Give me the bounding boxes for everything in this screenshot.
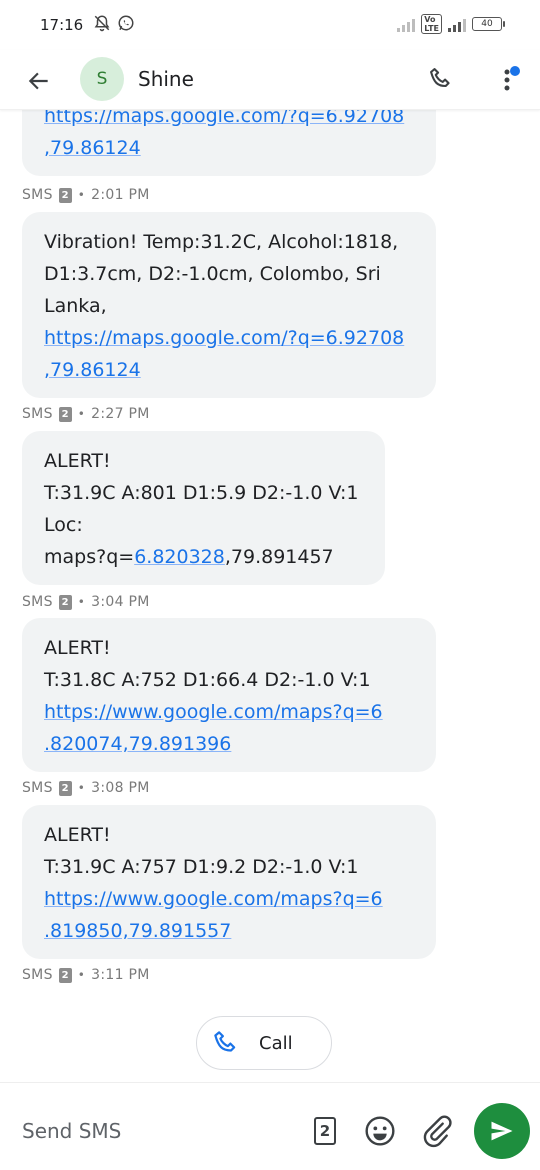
more-options-button[interactable] bbox=[496, 60, 526, 100]
message-time: 2:27 PM bbox=[91, 406, 150, 422]
sim-icon: 2 bbox=[58, 406, 72, 422]
message-time: 3:08 PM bbox=[91, 780, 150, 796]
signal-sim2-icon bbox=[448, 16, 466, 32]
call-suggestion-chip[interactable]: Call bbox=[196, 1016, 332, 1070]
message-link[interactable]: https://maps.google.com/?q=6.92708 bbox=[44, 327, 404, 349]
message-link[interactable]: .820074,79.891396 bbox=[44, 733, 231, 755]
notifications-muted-icon bbox=[93, 14, 111, 36]
emoji-button[interactable] bbox=[364, 1115, 396, 1147]
message-link[interactable]: https://maps.google.com/?q=6.92708 bbox=[44, 110, 404, 127]
message-link[interactable]: .819850,79.891557 bbox=[44, 920, 231, 942]
message-link[interactable]: https://www.google.com/maps?q=6 bbox=[44, 888, 383, 910]
more-vert-icon bbox=[504, 66, 520, 91]
sim-icon: 2 bbox=[58, 967, 72, 983]
volte-icon: Vo LTE bbox=[421, 14, 442, 34]
status-bar: 17:16 Vo LTE 40 bbox=[0, 0, 540, 50]
sim-selector-button[interactable]: 2 bbox=[314, 1117, 336, 1145]
attach-button[interactable] bbox=[420, 1113, 452, 1149]
send-icon bbox=[491, 1121, 513, 1141]
message-link[interactable]: 6.820328 bbox=[134, 546, 225, 568]
message-meta: SMS 2 • 3:08 PM bbox=[22, 780, 150, 796]
back-arrow-icon bbox=[28, 72, 48, 90]
avatar[interactable]: S bbox=[80, 57, 124, 101]
message-time: 2:01 PM bbox=[91, 187, 150, 203]
message-link[interactable]: https://www.google.com/maps?q=6 bbox=[44, 701, 383, 723]
call-chip-label: Call bbox=[259, 1032, 293, 1054]
message-link[interactable]: ,79.86124 bbox=[44, 359, 141, 381]
message-input[interactable]: Send SMS bbox=[22, 1119, 121, 1143]
sim-icon: 2 bbox=[58, 187, 72, 203]
back-button[interactable] bbox=[22, 64, 56, 98]
message-link[interactable]: ,79.86124 bbox=[44, 137, 141, 159]
phone-icon bbox=[214, 1031, 236, 1052]
whatsapp-icon bbox=[117, 14, 135, 36]
message-meta: SMS 2 • 3:11 PM bbox=[22, 967, 150, 983]
emoji-icon bbox=[365, 1116, 395, 1146]
contact-name[interactable]: Shine bbox=[138, 67, 194, 91]
battery-icon: 40 bbox=[472, 17, 505, 31]
message-meta: SMS 2 • 2:01 PM bbox=[22, 187, 150, 203]
compose-bar: Send SMS 2 bbox=[0, 1082, 540, 1170]
sim-icon: 2 bbox=[58, 780, 72, 796]
message-meta: SMS 2 • 3:04 PM bbox=[22, 594, 150, 610]
message-meta: SMS 2 • 2:27 PM bbox=[22, 406, 150, 422]
message-time: 3:04 PM bbox=[91, 594, 150, 610]
message-bubble[interactable]: ALERT! T:31.8C A:752 D1:66.4 D2:-1.0 V:1… bbox=[22, 618, 436, 772]
message-bubble[interactable]: ALERT! T:31.9C A:757 D1:9.2 D2:-1.0 V:1 … bbox=[22, 805, 436, 959]
sim-icon: 2 bbox=[58, 594, 72, 610]
paperclip-icon bbox=[423, 1115, 452, 1148]
phone-icon bbox=[430, 68, 450, 88]
send-button[interactable] bbox=[474, 1103, 530, 1159]
message-bubble[interactable]: Vibration! Temp:31.2C, Alcohol:1818, D1:… bbox=[22, 212, 436, 398]
call-button[interactable] bbox=[424, 62, 458, 96]
message-bubble[interactable]: https://maps.google.com/?q=6.92708 ,79.8… bbox=[22, 110, 436, 176]
signal-sim1-icon bbox=[397, 16, 416, 32]
conversation-header: S Shine bbox=[0, 50, 540, 110]
message-time: 3:11 PM bbox=[91, 967, 150, 983]
status-time: 17:16 bbox=[40, 16, 84, 34]
message-list[interactable]: https://maps.google.com/?q=6.92708 ,79.8… bbox=[0, 110, 540, 1070]
message-bubble[interactable]: ALERT! T:31.9C A:801 D1:5.9 D2:-1.0 V:1 … bbox=[22, 431, 385, 585]
